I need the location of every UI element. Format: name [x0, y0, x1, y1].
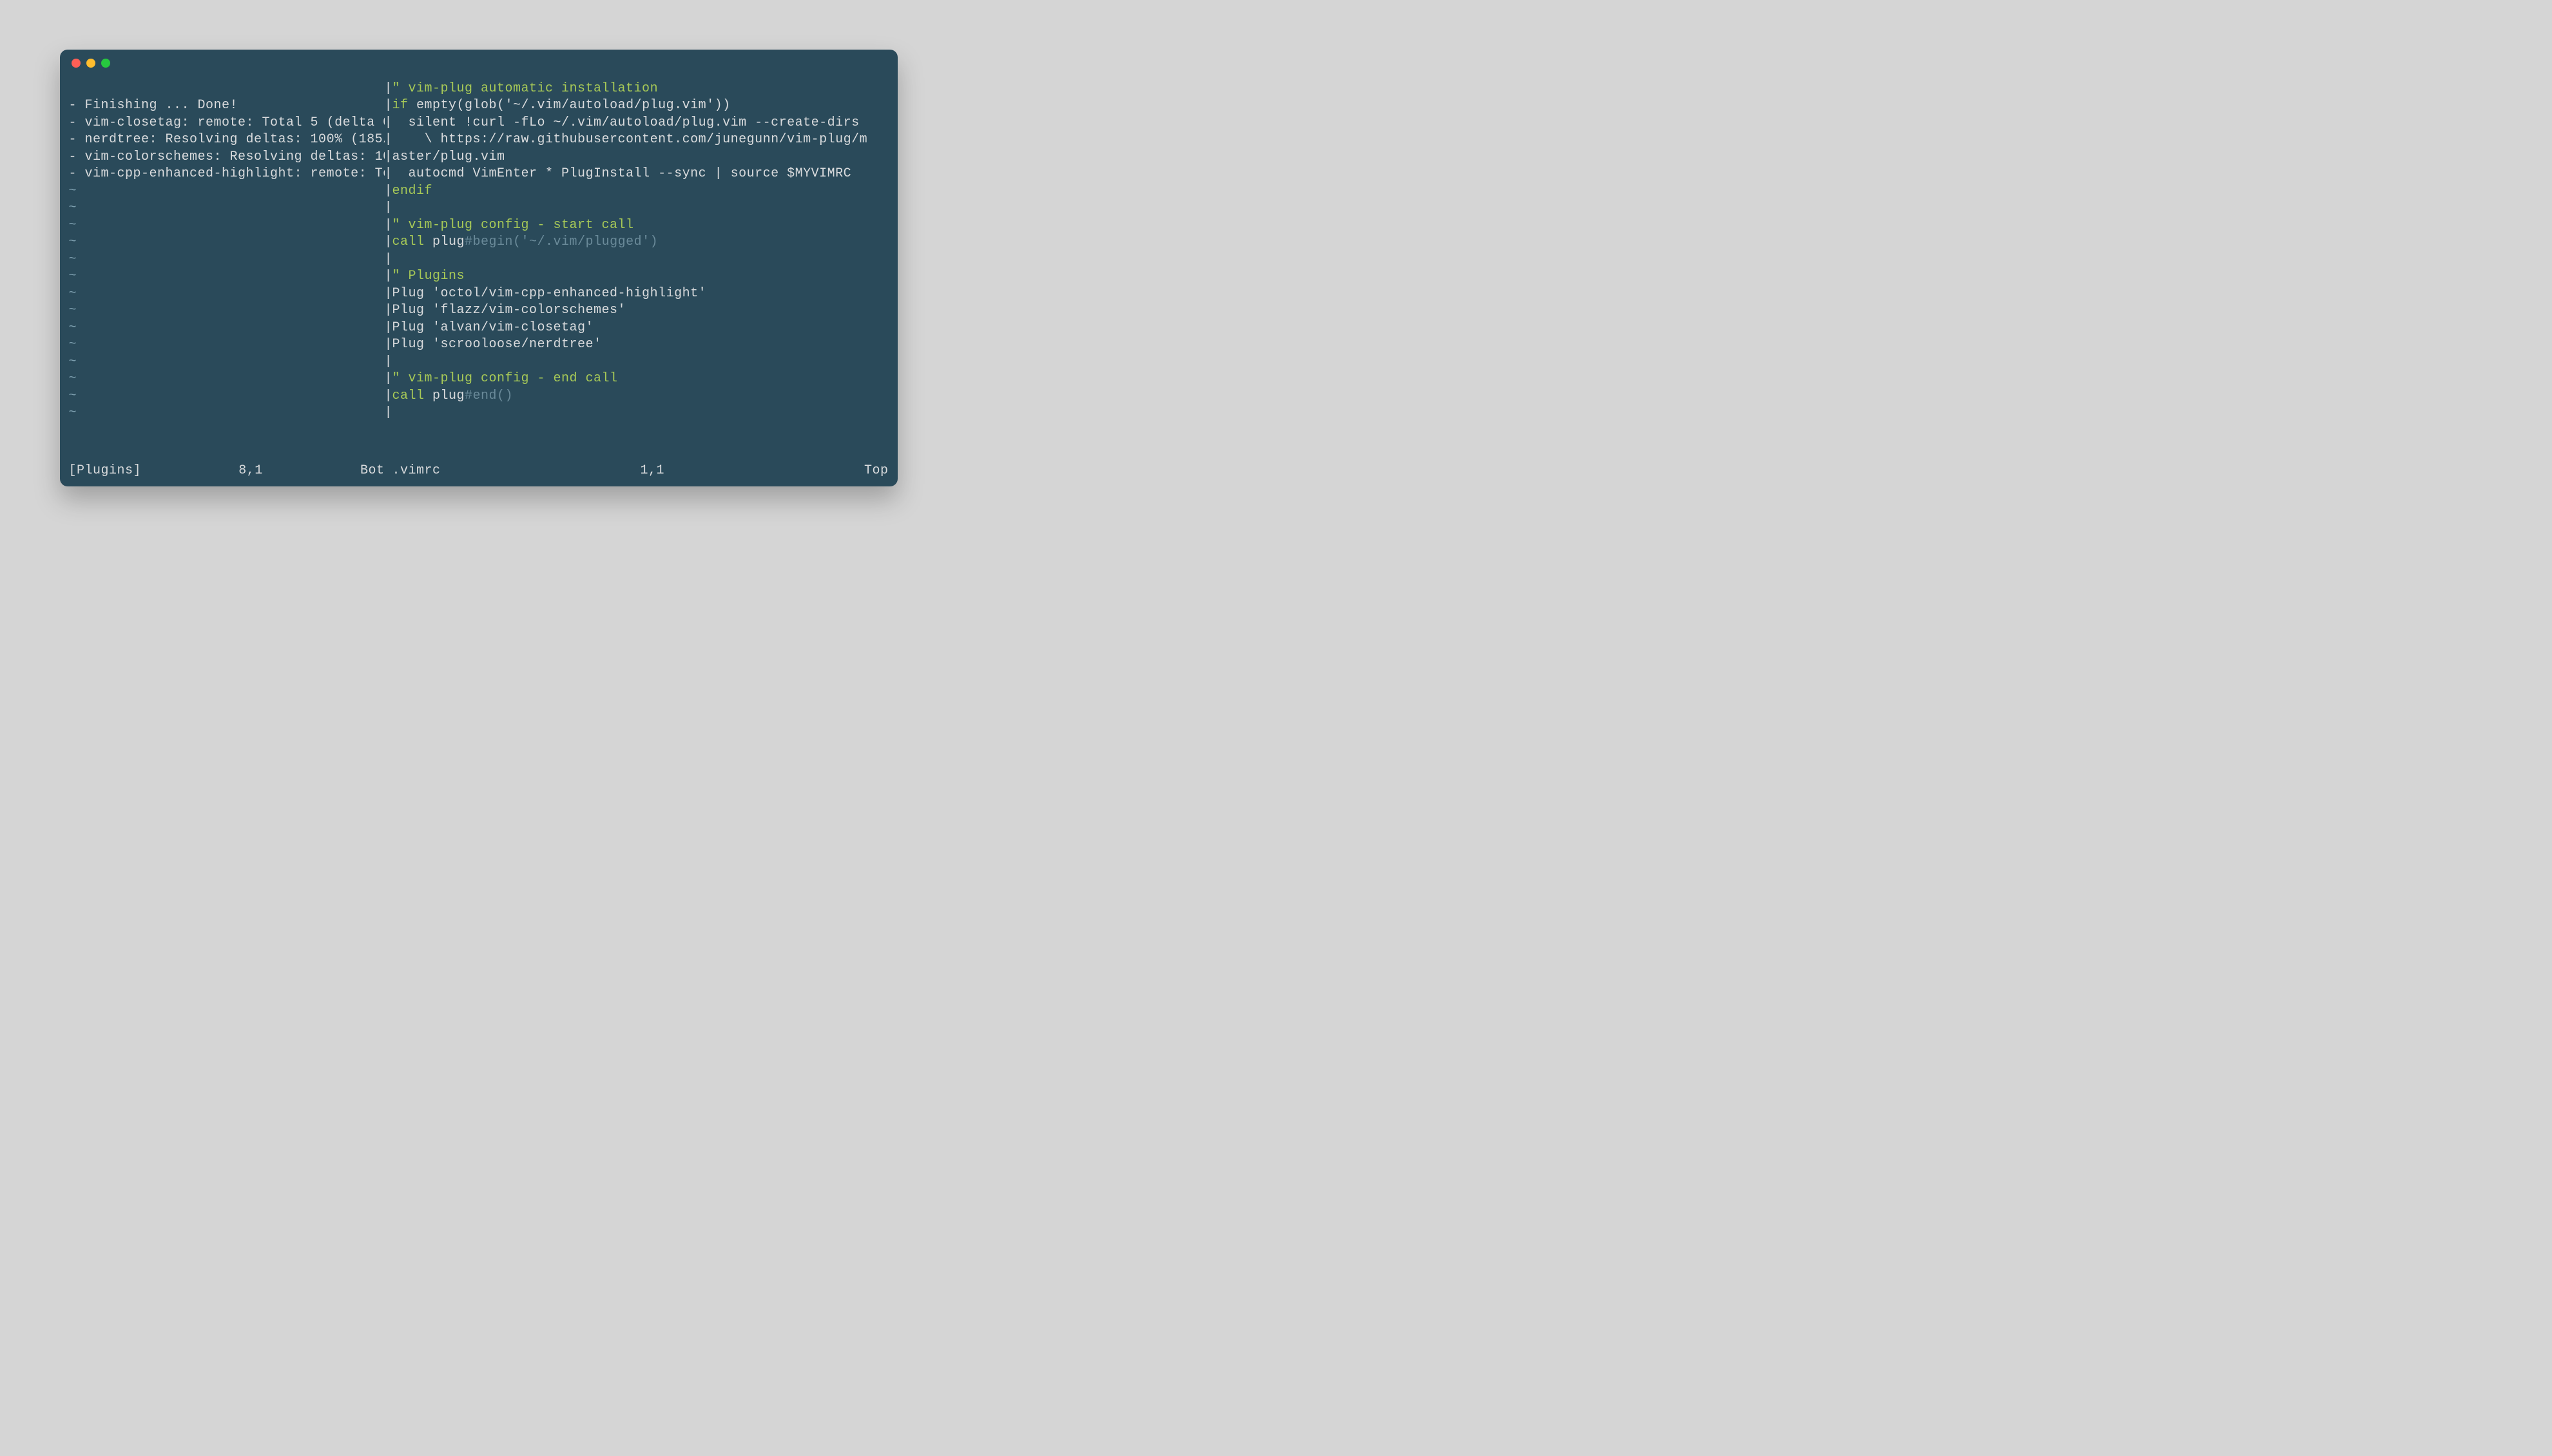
buffer-line: ~| — [69, 200, 889, 217]
buffer-line: ~|Plug 'flazz/vim-colorschemes' — [69, 302, 889, 320]
buffer-line: ~|call plug#begin('~/.vim/plugged') — [69, 234, 889, 251]
right-pane-line: " vim-plug automatic installation — [392, 81, 889, 98]
zoom-icon[interactable] — [101, 59, 110, 68]
status-left-scroll: Bot — [360, 463, 385, 480]
split-separator: | — [385, 388, 392, 405]
buffer-line: - Finishing ... Done!|if empty(glob('~/.… — [69, 97, 889, 115]
split-separator: | — [385, 131, 392, 149]
left-pane-line: - vim-closetag: remote: Total 5 (delta 0 — [69, 115, 385, 132]
right-pane-line: Plug 'scrooloose/nerdtree' — [392, 336, 889, 354]
status-left-pos: 8,1 — [238, 463, 263, 480]
left-pane-line: - nerdtree: Resolving deltas: 100% (185/ — [69, 131, 385, 149]
buffer-line: - nerdtree: Resolving deltas: 100% (185/… — [69, 131, 889, 149]
buffer-line: |" vim-plug automatic installation — [69, 81, 889, 98]
terminal-window: |" vim-plug automatic installation- Fini… — [60, 50, 898, 486]
buffer-line: ~|Plug 'octol/vim-cpp-enhanced-highlight… — [69, 285, 889, 303]
split-separator: | — [385, 115, 392, 132]
split-separator: | — [385, 285, 392, 303]
right-pane-line: call plug#begin('~/.vim/plugged') — [392, 234, 889, 251]
right-pane-line — [392, 405, 889, 422]
buffer-line: ~| — [69, 354, 889, 371]
left-pane-line: ~ — [69, 285, 385, 303]
right-pane-line: call plug#end() — [392, 388, 889, 405]
right-pane-line: autocmd VimEnter * PlugInstall --sync | … — [392, 166, 889, 183]
status-right-scroll: Top — [864, 463, 889, 480]
split-separator: | — [385, 97, 392, 115]
left-pane-line: ~ — [69, 354, 385, 371]
right-pane-line: endif — [392, 183, 889, 200]
left-pane-line — [69, 81, 385, 98]
titlebar — [60, 50, 898, 77]
close-icon[interactable] — [72, 59, 81, 68]
buffer-line: ~|" Plugins — [69, 268, 889, 285]
left-pane-line: ~ — [69, 200, 385, 217]
left-pane-line: ~ — [69, 405, 385, 422]
status-right-name: .vimrc — [392, 463, 441, 480]
minimize-icon[interactable] — [86, 59, 95, 68]
left-pane-line: - Finishing ... Done! — [69, 97, 385, 115]
buffer-line: ~|" vim-plug config - start call — [69, 217, 889, 235]
split-separator: | — [385, 370, 392, 388]
right-pane-line: \ https://raw.githubusercontent.com/june… — [392, 131, 889, 149]
buffer-line: - vim-colorschemes: Resolving deltas: 10… — [69, 149, 889, 166]
right-pane-line: " vim-plug config - end call — [392, 370, 889, 388]
split-separator: | — [385, 149, 392, 166]
status-left-name: [Plugins] — [69, 463, 142, 480]
right-pane-line — [392, 251, 889, 269]
split-separator: | — [385, 336, 392, 354]
left-pane-line: ~ — [69, 268, 385, 285]
left-pane-line: - vim-colorschemes: Resolving deltas: 10 — [69, 149, 385, 166]
right-pane-line: " vim-plug config - start call — [392, 217, 889, 235]
split-separator: | — [385, 251, 392, 269]
right-pane-line — [392, 354, 889, 371]
right-pane-line: Plug 'flazz/vim-colorschemes' — [392, 302, 889, 320]
split-separator: | — [385, 217, 392, 235]
right-pane-line — [392, 200, 889, 217]
left-pane-line: ~ — [69, 183, 385, 200]
right-pane-line: Plug 'alvan/vim-closetag' — [392, 320, 889, 337]
buffer-line: - vim-closetag: remote: Total 5 (delta 0… — [69, 115, 889, 132]
right-pane-line: silent !curl -fLo ~/.vim/autoload/plug.v… — [392, 115, 889, 132]
left-pane-line: ~ — [69, 302, 385, 320]
buffer-line: ~|" vim-plug config - end call — [69, 370, 889, 388]
left-pane-line: ~ — [69, 234, 385, 251]
left-pane-line: ~ — [69, 251, 385, 269]
buffer-line: ~|Plug 'scrooloose/nerdtree' — [69, 336, 889, 354]
right-pane-line: " Plugins — [392, 268, 889, 285]
buffer-line: ~|call plug#end() — [69, 388, 889, 405]
buffer-line: ~|Plug 'alvan/vim-closetag' — [69, 320, 889, 337]
split-separator: | — [385, 405, 392, 422]
split-separator: | — [385, 354, 392, 371]
left-pane-line: - vim-cpp-enhanced-highlight: remote: To — [69, 166, 385, 183]
buffer-line: ~| — [69, 251, 889, 269]
left-pane-line: ~ — [69, 320, 385, 337]
vim-statusline: [Plugins] 8,1 Bot .vimrc 1,1 Top — [69, 461, 889, 480]
split-separator: | — [385, 183, 392, 200]
vim-screen[interactable]: |" vim-plug automatic installation- Fini… — [60, 77, 898, 486]
left-pane-line: ~ — [69, 388, 385, 405]
left-pane-line: ~ — [69, 370, 385, 388]
left-pane-line: ~ — [69, 217, 385, 235]
status-right-pos: 1,1 — [641, 463, 665, 480]
split-separator: | — [385, 166, 392, 183]
buffer-line: ~|endif — [69, 183, 889, 200]
buffer-line: - vim-cpp-enhanced-highlight: remote: To… — [69, 166, 889, 183]
buffer-line: ~| — [69, 405, 889, 422]
split-separator: | — [385, 268, 392, 285]
split-separator: | — [385, 302, 392, 320]
right-pane-line: aster/plug.vim — [392, 149, 889, 166]
split-separator: | — [385, 320, 392, 337]
right-pane-line: if empty(glob('~/.vim/autoload/plug.vim'… — [392, 97, 889, 115]
left-pane-line: ~ — [69, 336, 385, 354]
split-separator: | — [385, 234, 392, 251]
right-pane-line: Plug 'octol/vim-cpp-enhanced-highlight' — [392, 285, 889, 303]
split-separator: | — [385, 200, 392, 217]
split-separator: | — [385, 81, 392, 98]
